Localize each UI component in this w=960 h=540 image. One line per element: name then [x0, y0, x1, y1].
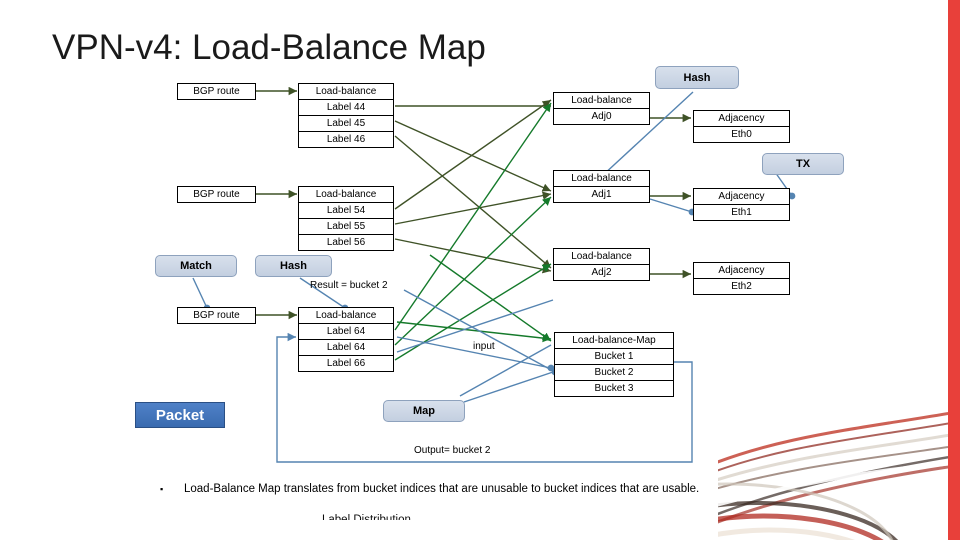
table-row[interactable]: Adj0	[554, 109, 649, 124]
packet-pill-label: Packet	[155, 407, 205, 424]
connector-wires	[192, 86, 796, 463]
table-row[interactable]: Adj1	[554, 187, 649, 202]
packet-pill[interactable]: Packet	[135, 402, 225, 428]
tx-pill-label: TX	[795, 158, 811, 170]
table-header: Adjacency	[694, 111, 789, 127]
table-row[interactable]: Eth1	[694, 205, 789, 220]
load-balance-label-table-3[interactable]: Load-balance Label 64 Label 64 Label 66	[298, 307, 394, 372]
bgp-route-label: BGP route	[193, 310, 240, 321]
accent-bar	[948, 0, 960, 540]
table-row[interactable]: Label 44	[299, 100, 393, 116]
bgp-route-box-1[interactable]: BGP route	[177, 83, 256, 100]
map-pill[interactable]: Map	[383, 400, 465, 422]
load-balance-adj-table-2[interactable]: Load-balance Adj2	[553, 248, 650, 281]
annotation-output: Output= bucket 2	[414, 445, 491, 456]
bullet-list: ▪ Load-Balance Map translates from bucke…	[160, 481, 700, 497]
match-pill-label: Match	[180, 260, 212, 272]
table-header: Load-balance-Map	[555, 333, 673, 349]
table-header: Load-balance	[299, 84, 393, 100]
page-title: VPN-v4: Load-Balance Map	[52, 28, 486, 67]
table-header: Load-balance	[554, 249, 649, 265]
match-pill[interactable]: Match	[155, 255, 237, 277]
tx-pill[interactable]: TX	[762, 153, 844, 175]
bullet-marker: ▪	[160, 484, 164, 494]
load-balance-label-table-1[interactable]: Load-balance Label 44 Label 45 Label 46	[298, 83, 394, 148]
clipped-footer-text: Label Distribution	[322, 512, 582, 520]
load-balance-adj-table-1[interactable]: Load-balance Adj1	[553, 170, 650, 203]
hash-pill-mid[interactable]: Hash	[255, 255, 332, 277]
slide-canvas: VPN-v4: Load-Balance Map BGP route BGP r…	[0, 0, 960, 540]
table-row[interactable]: Label 66	[299, 356, 393, 371]
list-item: ▪ Load-Balance Map translates from bucke…	[160, 481, 700, 497]
table-row[interactable]: Eth2	[694, 279, 789, 294]
table-header: Load-balance	[299, 187, 393, 203]
bgp-route-box-3[interactable]: BGP route	[177, 307, 256, 324]
bgp-route-label: BGP route	[193, 189, 240, 200]
load-balance-adj-table-0[interactable]: Load-balance Adj0	[553, 92, 650, 125]
hash-pill-label: Hash	[683, 72, 711, 84]
table-row[interactable]: Label 54	[299, 203, 393, 219]
table-row[interactable]: Label 64	[299, 340, 393, 356]
table-row[interactable]: Label 64	[299, 324, 393, 340]
table-header: Load-balance	[554, 93, 649, 109]
table-row[interactable]: Adj2	[554, 265, 649, 280]
table-header: Load-balance	[299, 308, 393, 324]
hash-pill-top[interactable]: Hash	[655, 66, 739, 89]
bullet-text: Load-Balance Map translates from bucket …	[184, 483, 700, 495]
bgp-route-label: BGP route	[193, 86, 240, 97]
load-balance-map-table[interactable]: Load-balance-Map Bucket 1 Bucket 2 Bucke…	[554, 332, 674, 397]
adjacency-table-0[interactable]: Adjacency Eth0	[693, 110, 790, 143]
hash-pill-label: Hash	[280, 260, 307, 272]
table-row[interactable]: Bucket 1	[555, 349, 673, 365]
map-pill-label: Map	[413, 405, 435, 417]
table-row[interactable]: Label 56	[299, 235, 393, 250]
load-balance-label-table-2[interactable]: Load-balance Label 54 Label 55 Label 56	[298, 186, 394, 251]
table-row[interactable]: Eth0	[694, 127, 789, 142]
table-row[interactable]: Label 45	[299, 116, 393, 132]
decorative-swoosh-image	[718, 350, 948, 540]
table-row[interactable]: Bucket 3	[555, 381, 673, 396]
table-row[interactable]: Bucket 2	[555, 365, 673, 381]
table-header: Load-balance	[554, 171, 649, 187]
adjacency-table-1[interactable]: Adjacency Eth1	[693, 188, 790, 221]
annotation-input: input	[473, 341, 495, 352]
table-header: Adjacency	[694, 189, 789, 205]
annotation-result: Result = bucket 2	[310, 280, 388, 291]
adjacency-table-2[interactable]: Adjacency Eth2	[693, 262, 790, 295]
bgp-route-box-2[interactable]: BGP route	[177, 186, 256, 203]
clipped-footer-label: Label Distribution	[322, 514, 411, 520]
table-row[interactable]: Label 55	[299, 219, 393, 235]
table-header: Adjacency	[694, 263, 789, 279]
table-row[interactable]: Label 46	[299, 132, 393, 147]
